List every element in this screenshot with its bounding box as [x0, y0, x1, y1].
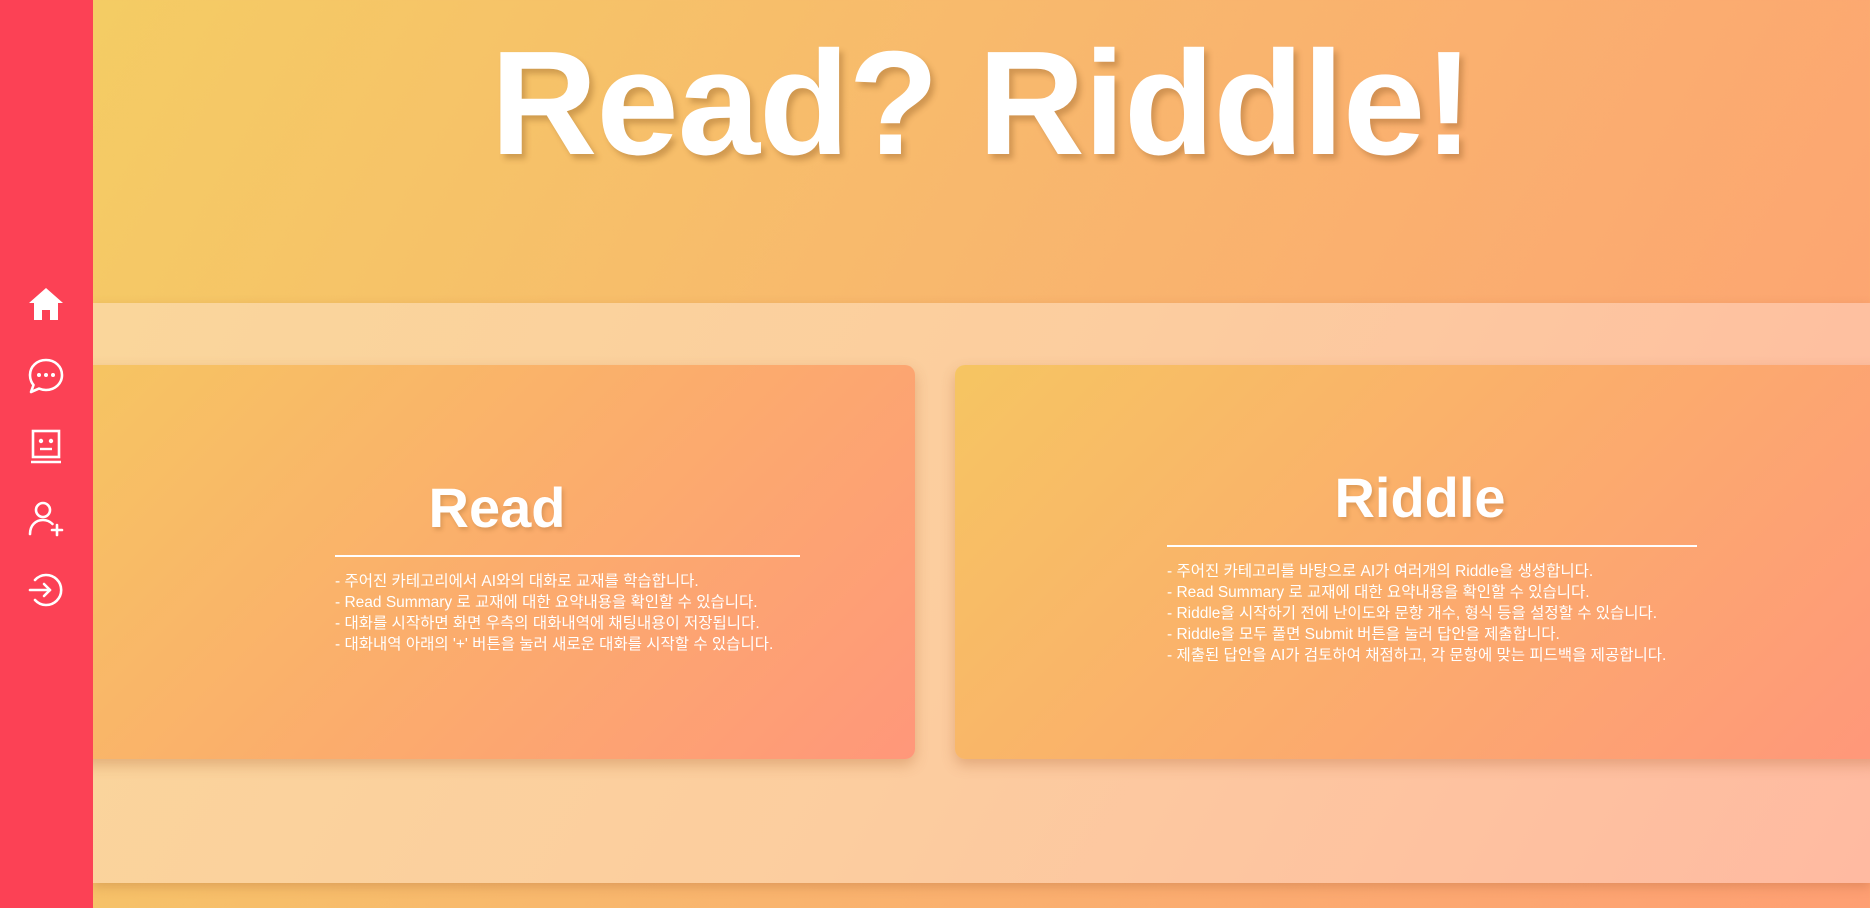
riddle-card-divider: [1167, 545, 1697, 547]
riddle-card-line: - 제출된 답안을 AI가 검토하여 채점하고, 각 문항에 맞는 피드백을 제…: [1167, 647, 1667, 664]
riddle-card-line: - Riddle을 모두 풀면 Submit 버튼을 눌러 답안을 제출합니다.: [1167, 626, 1560, 643]
read-card-line: - 주어진 카테고리에서 AI와의 대화로 교재를 학습합니다.: [335, 573, 699, 590]
chat-bubble-icon[interactable]: [23, 353, 69, 399]
robot-face-icon[interactable]: [23, 423, 69, 469]
riddle-card-description: - 주어진 카테고리를 바탕으로 AI가 여러개의 Riddle을 생성합니다.…: [1167, 561, 1666, 666]
riddle-card[interactable]: Riddle - 주어진 카테고리를 바탕으로 AI가 여러개의 Riddle을…: [955, 365, 1870, 759]
sidebar: [0, 0, 93, 908]
read-card-line: - 대화를 시작하면 화면 우측의 대화내역에 채팅내용이 저장됩니다.: [335, 615, 760, 632]
read-card-line: - 대화내역 아래의 '+' 버튼을 눌러 새로운 대화를 시작할 수 있습니다…: [335, 636, 774, 653]
page-title: Read? Riddle!: [490, 21, 1474, 186]
hero-banner: Read? Riddle!: [93, 0, 1870, 303]
read-card[interactable]: Read - 주어진 카테고리에서 AI와의 대화로 교재를 학습합니다. - …: [79, 365, 915, 759]
riddle-card-line: - 주어진 카테고리를 바탕으로 AI가 여러개의 Riddle을 생성합니다.: [1167, 563, 1594, 580]
home-icon[interactable]: [23, 281, 69, 327]
add-user-icon[interactable]: [23, 495, 69, 541]
riddle-card-title: Riddle: [1334, 466, 1506, 529]
read-card-divider: [335, 555, 800, 557]
riddle-card-line: - Read Summary 로 교재에 대한 요약내용을 확인할 수 있습니다…: [1167, 584, 1590, 601]
read-card-title: Read: [428, 476, 566, 539]
main-content: Read - 주어진 카테고리에서 AI와의 대화로 교재를 학습합니다. - …: [79, 303, 1870, 883]
riddle-card-line: - Riddle을 시작하기 전에 난이도와 문항 개수, 형식 등을 설정할 …: [1167, 605, 1658, 622]
login-icon[interactable]: [23, 567, 69, 613]
read-card-description: - 주어진 카테고리에서 AI와의 대화로 교재를 학습합니다. - Read …: [335, 571, 773, 655]
read-card-line: - Read Summary 로 교재에 대한 요약내용을 확인할 수 있습니다…: [335, 594, 758, 611]
